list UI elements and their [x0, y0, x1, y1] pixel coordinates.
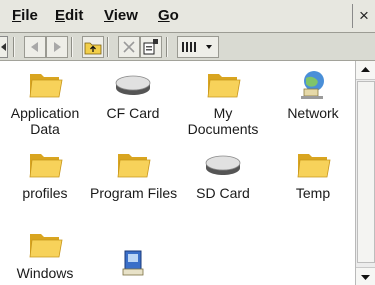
folder-icon [29, 74, 63, 98]
scroll-up-icon [361, 67, 370, 72]
item-label: Temp [295, 185, 331, 201]
file-list-view: Application Data CF Card My Documents Ne… [0, 61, 356, 285]
back-arrow-icon [31, 42, 38, 52]
explorer-window: File Edit View Go × Application Data CF … [0, 0, 375, 285]
list-item[interactable]: Network [270, 69, 356, 121]
back-button[interactable] [24, 36, 46, 58]
list-item[interactable]: My Documents [180, 69, 266, 137]
item-label: Windows [16, 265, 74, 281]
toolbar-separator [166, 37, 168, 57]
list-item[interactable]: Application Data [4, 69, 86, 137]
list-item[interactable]: Windows [4, 229, 86, 281]
list-item[interactable] [90, 247, 176, 283]
scroll-down-icon [361, 275, 370, 280]
menu-edit[interactable]: Edit [55, 7, 83, 24]
list-item[interactable]: profiles [4, 149, 86, 201]
item-label: CF Card [106, 105, 160, 121]
properties-button[interactable] [140, 36, 162, 58]
scroll-up-button[interactable] [356, 61, 375, 80]
forward-arrow-icon [54, 42, 61, 52]
toolbar [0, 33, 375, 61]
folder-icon [29, 234, 63, 258]
toolbar-separator [107, 37, 109, 57]
shortcut-app-icon [122, 250, 144, 276]
history-back-stub[interactable] [0, 36, 8, 58]
item-label: Network [287, 105, 339, 121]
menu-go[interactable]: Go [158, 7, 179, 24]
delete-button[interactable] [118, 36, 140, 58]
forward-button[interactable] [46, 36, 68, 58]
vertical-scrollbar[interactable] [355, 61, 375, 285]
delete-icon [123, 41, 135, 53]
close-icon: × [359, 6, 369, 25]
item-label: SD Card [196, 185, 250, 201]
up-folder-icon [84, 42, 102, 55]
list-item[interactable]: CF Card [90, 69, 176, 121]
storage-card-icon [205, 155, 241, 175]
folder-icon [29, 154, 63, 178]
view-mode-dropdown[interactable] [177, 36, 219, 58]
menu-bar: File Edit View Go × [0, 0, 375, 33]
up-folder-button[interactable] [82, 36, 104, 58]
folder-icon [117, 154, 151, 178]
menu-view[interactable]: View [104, 7, 138, 24]
list-item[interactable]: Program Files [90, 149, 178, 201]
item-label: Application Data [10, 105, 80, 137]
storage-card-icon [115, 75, 151, 95]
close-button[interactable]: × [352, 4, 375, 28]
list-item[interactable]: SD Card [180, 149, 266, 201]
properties-icon [143, 39, 158, 55]
toolbar-separator [71, 37, 73, 57]
scroll-down-button[interactable] [356, 267, 375, 285]
item-label: My Documents [187, 105, 259, 137]
folder-icon [297, 154, 331, 178]
view-mode-icon [182, 42, 212, 52]
item-label: Program Files [90, 185, 178, 201]
menu-file[interactable]: File [12, 7, 38, 24]
folder-icon [207, 74, 241, 98]
list-item[interactable]: Temp [270, 149, 356, 201]
scroll-thumb[interactable] [357, 81, 375, 263]
toolbar-separator [13, 37, 15, 57]
network-icon [301, 71, 324, 99]
item-label: profiles [22, 185, 68, 201]
